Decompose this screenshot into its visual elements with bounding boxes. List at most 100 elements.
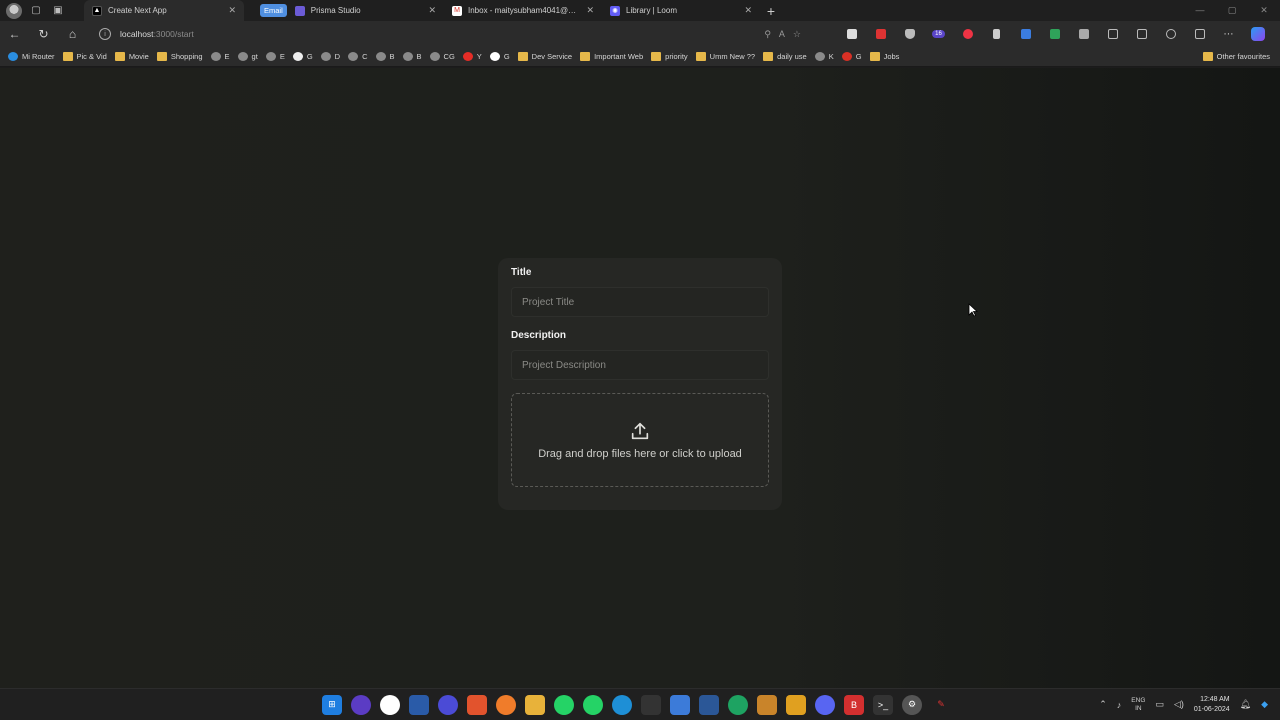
system-clock[interactable]: 12:48 AM 01-06-2024 — [1194, 695, 1230, 715]
more-menu-icon[interactable]: ⋯ — [1214, 21, 1243, 47]
back-button[interactable]: ← — [0, 27, 29, 41]
microphone-icon[interactable]: ♪ — [1117, 700, 1122, 710]
workspaces-icon[interactable]: ▢ — [28, 3, 44, 19]
bookmark-item[interactable]: Jobs — [869, 52, 899, 61]
close-tab-icon[interactable]: ✕ — [228, 5, 236, 16]
tab-group-chip[interactable]: Email — [260, 4, 287, 17]
extension-icon[interactable] — [953, 21, 982, 47]
copilot-icon[interactable] — [1243, 21, 1272, 47]
site-info-icon[interactable]: i — [99, 28, 111, 40]
bookmark-item[interactable]: G — [292, 52, 313, 61]
discord-icon[interactable] — [815, 694, 835, 715]
bookmark-item[interactable]: gt — [237, 52, 258, 61]
refresh-button[interactable]: ↻ — [29, 27, 58, 41]
extension-icon[interactable] — [1011, 21, 1040, 47]
collections-icon[interactable] — [1127, 21, 1156, 47]
bookmark-item[interactable]: priority — [651, 52, 688, 61]
folder-icon — [156, 52, 167, 61]
bookmark-item[interactable]: Shopping — [156, 52, 203, 61]
app-icon[interactable] — [467, 694, 487, 715]
file-explorer-icon[interactable] — [525, 694, 545, 715]
bookmark-item[interactable]: Dev Service — [517, 52, 572, 61]
extensions-puzzle-icon[interactable] — [1069, 21, 1098, 47]
chevron-up-icon[interactable]: ⌃ — [1099, 699, 1107, 710]
project-form-card: Title Project Title Description Project … — [498, 258, 782, 510]
favorite-star-icon[interactable]: ☆ — [793, 29, 801, 40]
read-aloud-icon[interactable]: A — [779, 29, 785, 40]
bookmark-item[interactable]: CG — [429, 52, 455, 61]
app-icon[interactable] — [699, 694, 719, 715]
app-icon[interactable] — [757, 694, 777, 715]
app-icon[interactable] — [641, 694, 661, 715]
copilot-icon[interactable]: ◆ — [1261, 699, 1268, 710]
terminal-icon[interactable]: >_ — [873, 694, 893, 715]
bookmark-item[interactable]: K — [814, 52, 834, 61]
split-screen-icon[interactable] — [1098, 21, 1127, 47]
close-window-icon[interactable]: ✕ — [1248, 0, 1280, 21]
tab-title: Create Next App — [108, 6, 167, 15]
app-icon[interactable] — [786, 694, 806, 715]
extension-icon[interactable] — [837, 21, 866, 47]
extension-icon[interactable] — [866, 21, 895, 47]
bookmark-item[interactable]: E — [265, 52, 285, 61]
tab-create-next-app[interactable]: ▲ Create Next App ✕ — [84, 0, 244, 21]
tab-gmail-inbox[interactable]: M Inbox - maitysubham4041@gm... ✕ — [444, 0, 602, 21]
close-tab-icon[interactable]: ✕ — [586, 5, 594, 16]
bookmark-item[interactable]: Mi Router — [8, 52, 55, 61]
description-placeholder: Project Description — [522, 359, 606, 371]
bookmark-item[interactable]: Movie — [114, 52, 149, 61]
description-input[interactable]: Project Description — [511, 350, 769, 380]
bookmark-item[interactable]: B — [375, 52, 395, 61]
settings-icon[interactable]: ⚙ — [902, 694, 922, 715]
bookmark-item[interactable]: Umm New ?? — [695, 52, 755, 61]
bookmark-item[interactable]: G — [489, 52, 510, 61]
url-bar[interactable]: i localhost:3000/start ⚲ A ☆ — [91, 24, 821, 44]
home-button[interactable]: ⌂ — [58, 27, 87, 41]
app-icon[interactable] — [728, 694, 748, 715]
app-icon[interactable]: B — [844, 694, 864, 715]
tab-loom-library[interactable]: ✺ Library | Loom ✕ — [602, 0, 760, 21]
zoom-icon[interactable]: ⚲ — [764, 29, 771, 40]
tab-actions-icon[interactable]: ▣ — [50, 3, 66, 19]
bookmark-item[interactable]: Important Web — [580, 52, 643, 61]
profile-avatar[interactable] — [6, 2, 22, 19]
app-icon[interactable] — [670, 694, 690, 715]
tab-prisma-studio[interactable]: Email Prisma Studio ✕ — [252, 0, 444, 21]
whatsapp-icon[interactable] — [554, 694, 574, 715]
bookmark-item[interactable]: Y — [462, 52, 482, 61]
file-upload-dropzone[interactable]: Drag and drop files here or click to upl… — [511, 393, 769, 487]
extension-icon[interactable] — [1040, 21, 1069, 47]
app-icon[interactable] — [438, 694, 458, 715]
app-icon[interactable]: ✎ — [931, 695, 951, 715]
app-icon[interactable] — [380, 694, 400, 715]
bookmark-item[interactable]: G — [841, 52, 862, 61]
bookmark-item[interactable]: Pic & Vid — [62, 52, 107, 61]
minimize-icon[interactable]: — — [1184, 0, 1216, 21]
app-icon[interactable] — [351, 694, 371, 715]
windows-start-icon[interactable]: ⊞ — [322, 694, 342, 715]
notification-bell-icon[interactable]: 🔔︎ — [1240, 699, 1251, 710]
whatsapp-icon[interactable] — [583, 694, 603, 715]
bookmark-item[interactable]: E — [210, 52, 230, 61]
bookmark-item[interactable]: D — [320, 52, 340, 61]
network-icon[interactable]: ▭ — [1155, 699, 1164, 710]
app-icon[interactable] — [409, 694, 429, 715]
history-icon[interactable] — [1156, 21, 1185, 47]
title-input[interactable]: Project Title — [511, 287, 769, 317]
bookmark-item[interactable]: daily use — [763, 52, 807, 61]
language-indicator[interactable]: ENG IN — [1131, 697, 1145, 713]
bookmark-icon[interactable] — [982, 21, 1011, 47]
close-tab-icon[interactable]: ✕ — [428, 5, 436, 16]
close-tab-icon[interactable]: ✕ — [744, 5, 752, 16]
shield-icon[interactable] — [895, 21, 924, 47]
app-icon[interactable] — [496, 694, 516, 715]
edge-icon[interactable] — [612, 694, 632, 715]
bookmark-item[interactable]: C — [348, 52, 368, 61]
maximize-icon[interactable]: ▢ — [1216, 0, 1248, 21]
bookmark-item[interactable]: B — [402, 52, 422, 61]
volume-icon[interactable]: ◁) — [1174, 699, 1184, 710]
other-favourites[interactable]: Other favourites — [1202, 52, 1270, 61]
extension-badge[interactable]: 16 — [924, 21, 953, 47]
new-tab-button[interactable]: + — [760, 3, 782, 19]
share-icon[interactable] — [1185, 21, 1214, 47]
